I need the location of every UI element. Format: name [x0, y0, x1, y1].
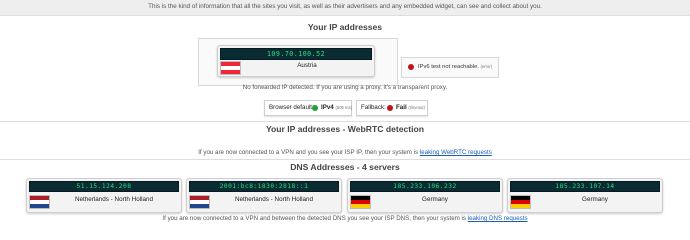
fallback-value: Fail [396, 104, 407, 111]
dns-country: Germany [582, 196, 608, 203]
dns-note-text: If you are now connected to a VPN and be… [162, 215, 468, 222]
webrtc-note: If you are now connected to a VPN and yo… [0, 149, 690, 156]
ipv6-status-text: IPv6 test not reachable. [418, 64, 479, 70]
ip-card: 109.70.100.52 Austria [217, 45, 375, 77]
dns-ip-display: 51.15.124.208 [29, 181, 179, 192]
at-flag-icon [220, 61, 241, 75]
dns-server-card: 51.15.124.208 Netherlands - North Hollan… [26, 178, 182, 213]
dns-country: Netherlands - North Holland [74, 196, 154, 203]
red-status-icon [408, 64, 414, 70]
green-status-icon [312, 104, 318, 111]
section-divider [0, 159, 690, 160]
webrtc-note-text: If you are now connected to a VPN and yo… [198, 149, 420, 156]
de-flag-icon [510, 195, 531, 209]
dns-ip-display: 185.233.106.232 [350, 181, 500, 192]
dns-section-title: DNS Addresses - 4 servers [290, 162, 400, 172]
ipv6-status: IPv6 test not reachable. (error) [401, 57, 499, 78]
section-divider [0, 121, 690, 122]
ip-address-display: 109.70.100.52 [220, 48, 372, 60]
dns-server-card: 185.233.107.14 Germany [507, 178, 663, 213]
fallback-detail: (timeout) [408, 105, 425, 110]
red-status-icon [387, 104, 393, 111]
webrtc-section-title: Your IP addresses - WebRTC detection [265, 124, 425, 134]
ip-panel: 109.70.100.52 Austria [198, 38, 398, 86]
browser-default-label: Browser default: [269, 104, 314, 111]
ip-country: Austria [297, 62, 317, 69]
browser-default-value: IPv4 [321, 104, 334, 111]
leaking-dns-link[interactable]: leaking DNS requests [468, 215, 528, 222]
dns-ip-display: 185.233.107.14 [510, 181, 660, 192]
dns-country: Germany [422, 196, 448, 203]
fallback-label: Fallback: [361, 104, 386, 111]
browser-default-badge: Browser default: IPv4 (505 ms) [264, 100, 352, 116]
dns-note: If you are now connected to a VPN and be… [0, 215, 690, 222]
ipv6-status-detail: (error) [480, 64, 493, 69]
ip-section-title: Your IP addresses [307, 22, 383, 32]
browser-default-latency: (505 ms) [335, 105, 352, 110]
no-forwarded-ip-note: No forwarded IP detected. If you are usi… [242, 84, 448, 91]
leaking-webrtc-link[interactable]: leaking WebRTC requests [420, 149, 492, 156]
de-flag-icon [350, 195, 371, 209]
dns-ip-display: 2001:bc8:1830:2818::1 [189, 181, 339, 192]
fallback-badge: Fallback: Fail (timeout) [356, 100, 428, 116]
nl-flag-icon [29, 195, 50, 209]
dns-server-card: 185.233.106.232 Germany [347, 178, 503, 213]
intro-text: This is the kind of information that all… [148, 3, 542, 10]
dns-country: Netherlands - North Holland [234, 196, 314, 203]
dns-server-card: 2001:bc8:1830:2818::1 Netherlands - Nort… [186, 178, 342, 213]
nl-flag-icon [189, 195, 210, 209]
